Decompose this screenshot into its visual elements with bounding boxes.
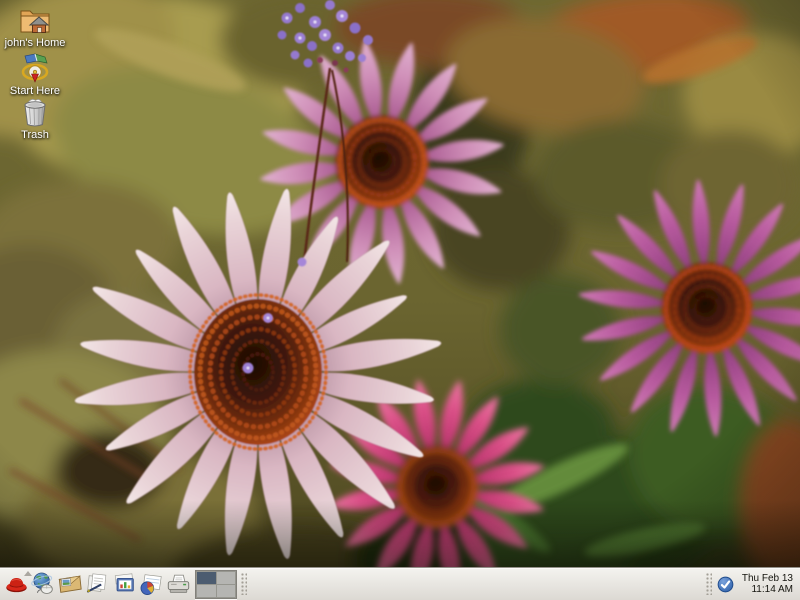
envelope-photo-icon	[57, 571, 84, 597]
notification-area-drag-handle[interactable]	[706, 573, 712, 595]
main-menu-button[interactable]	[3, 570, 30, 599]
start-here-icon	[18, 53, 52, 84]
workspace-switcher	[195, 570, 237, 599]
trash-icon	[20, 97, 50, 128]
documents-pen-icon	[84, 571, 111, 597]
spreadsheet-launcher[interactable]	[138, 570, 165, 599]
blue-check-icon	[717, 576, 734, 593]
desktop-icon-start-here[interactable]: Start Here	[2, 53, 68, 97]
desktop-icon-label: Start Here	[10, 85, 60, 97]
slide-chart-icon	[111, 571, 138, 597]
desktop-icon-label: john's Home	[5, 37, 66, 49]
web-browser-launcher[interactable]	[30, 570, 57, 599]
presentation-launcher[interactable]	[111, 570, 138, 599]
clock-applet[interactable]: Thu Feb 13 11:14 AM	[736, 573, 797, 595]
wallpaper-photo	[0, 0, 800, 600]
home-folder-icon	[17, 4, 53, 36]
workspace-4[interactable]	[217, 585, 236, 597]
printer-icon	[165, 571, 192, 597]
workspace-1[interactable]	[197, 572, 216, 584]
clock-date: Thu Feb 13	[742, 573, 793, 584]
word-processor-launcher[interactable]	[84, 570, 111, 599]
bottom-panel: Thu Feb 13 11:14 AM	[0, 567, 800, 600]
pie-chart-sheet-icon	[138, 571, 165, 597]
update-notifier[interactable]	[716, 570, 736, 599]
desktop-icon-home[interactable]: john's Home	[2, 4, 68, 49]
clock-time: 11:14 AM	[742, 584, 793, 595]
email-launcher[interactable]	[57, 570, 84, 599]
desktop-icon-label: Trash	[21, 129, 49, 141]
panel-drag-handle[interactable]	[241, 573, 247, 595]
globe-mouse-icon	[30, 571, 57, 597]
workspace-2[interactable]	[217, 572, 236, 584]
desktop-icon-trash[interactable]: Trash	[2, 97, 68, 141]
print-manager-launcher[interactable]	[165, 570, 192, 599]
desktop[interactable]: john's Home Start Here Trash	[0, 0, 800, 600]
workspace-3[interactable]	[197, 585, 216, 597]
